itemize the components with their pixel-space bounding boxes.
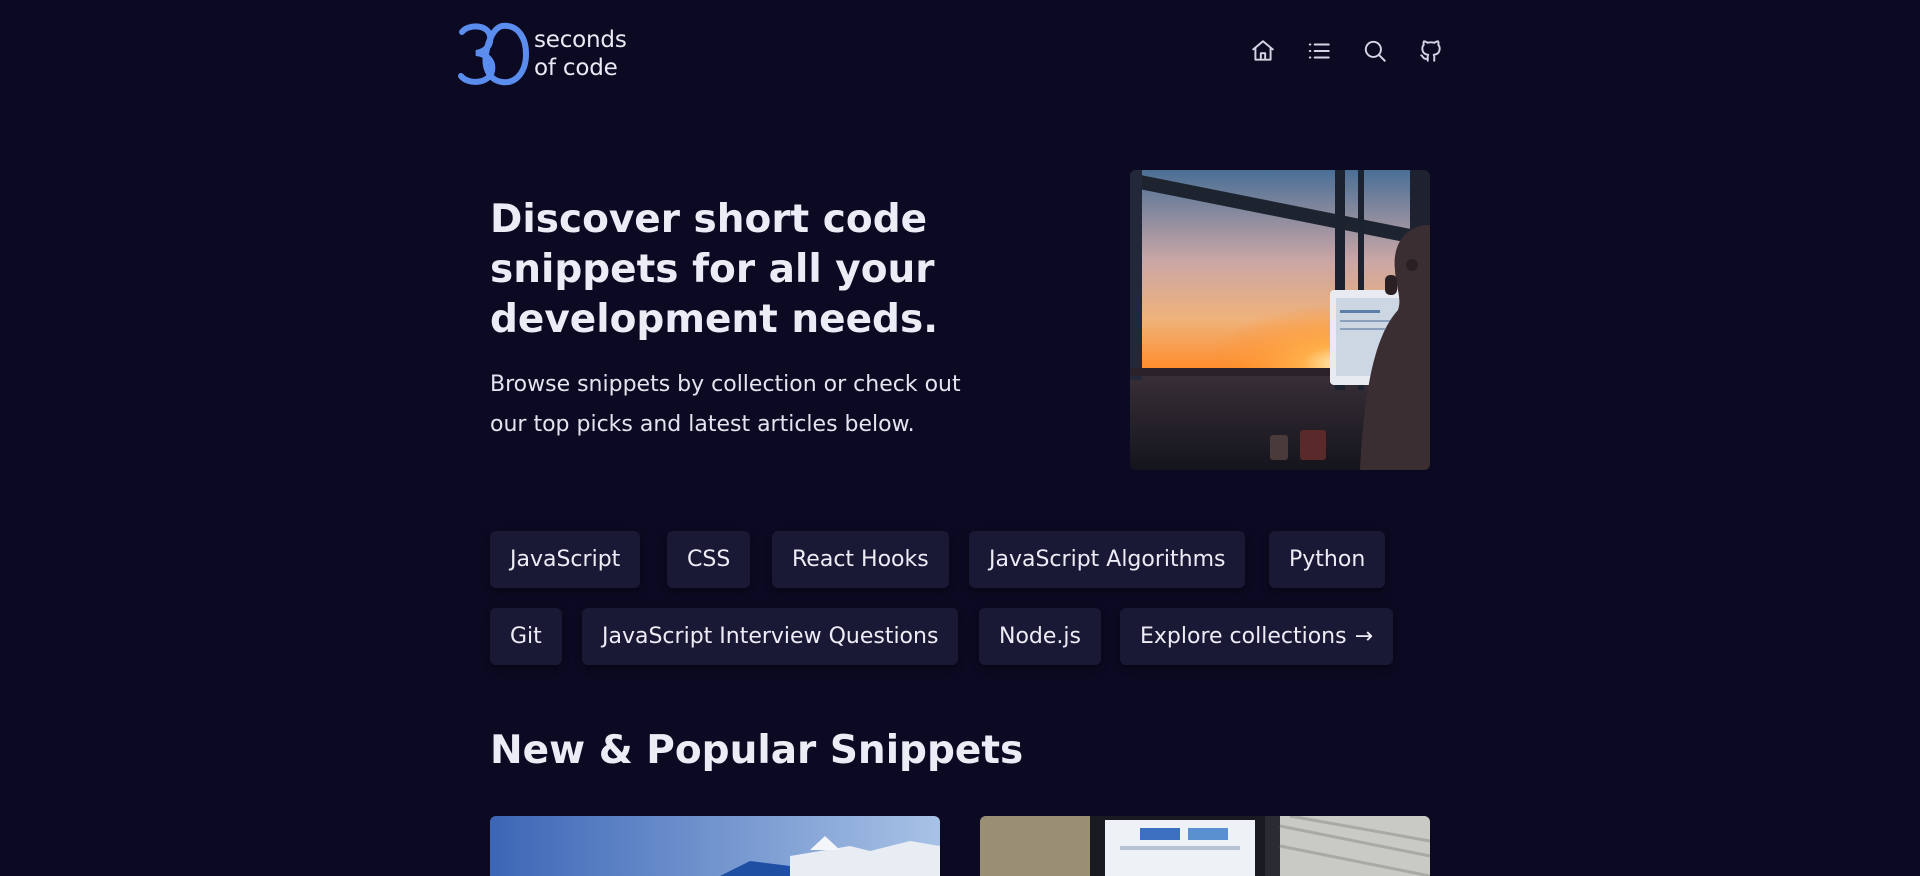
collection-chip-javascript-algorithms[interactable]: JavaScript Algorithms [969,531,1246,588]
home-icon [1252,40,1274,61]
list-icon [1308,43,1330,59]
snippet-card-photo-2 [980,816,1430,876]
logo-line-2: of code [534,55,618,81]
chip-label: Node.js [999,624,1081,649]
search-button[interactable] [1360,36,1390,66]
chip-label: React Hooks [792,547,929,572]
github-icon [1420,40,1441,62]
snippet-card-photo-1 [490,816,940,876]
hero-photo [1130,170,1430,470]
chip-label: Git [510,624,542,649]
chip-label: Python [1289,547,1366,572]
chip-label: JavaScript [510,547,621,572]
chip-label: Explore collections [1140,624,1347,649]
site-header: seconds of code [0,0,1920,110]
hero-description: Browse snippets by collection or check o… [490,372,961,437]
collection-chip-react-hooks[interactable]: React Hooks [772,531,949,588]
snippet-card-image-2[interactable] [980,816,1430,876]
collections-button[interactable] [1304,36,1334,66]
collection-chip-git[interactable]: Git [490,608,562,665]
collection-chip-css[interactable]: CSS [667,531,751,588]
logo-30-icon [458,22,530,86]
chip-label: CSS [687,547,731,572]
arrow-right-icon: → [1354,624,1373,649]
logo-text: seconds of code [534,26,627,82]
collection-chip-python[interactable]: Python [1269,531,1386,588]
explore-collections-button[interactable]: Explore collections → [1120,608,1393,665]
chip-label: JavaScript Algorithms [989,547,1226,572]
search-icon [1364,40,1386,62]
github-button[interactable] [1416,36,1446,66]
home-button[interactable] [1248,36,1278,66]
hero-image [1130,170,1430,470]
hero-title: Discover short code snippets for all you… [490,197,939,342]
chip-label: JavaScript Interview Questions [602,624,939,649]
collection-chip-nodejs[interactable]: Node.js [979,608,1101,665]
site-logo[interactable]: seconds of code [458,22,627,86]
collection-chip-javascript[interactable]: JavaScript [490,531,641,588]
logo-line-1: seconds [534,27,627,53]
snippet-card-image-1[interactable] [490,816,940,876]
header-nav [1248,36,1446,66]
section-title: New & Popular Snippets [490,728,1024,773]
collection-chip-javascript-interview-questions[interactable]: JavaScript Interview Questions [582,608,959,665]
